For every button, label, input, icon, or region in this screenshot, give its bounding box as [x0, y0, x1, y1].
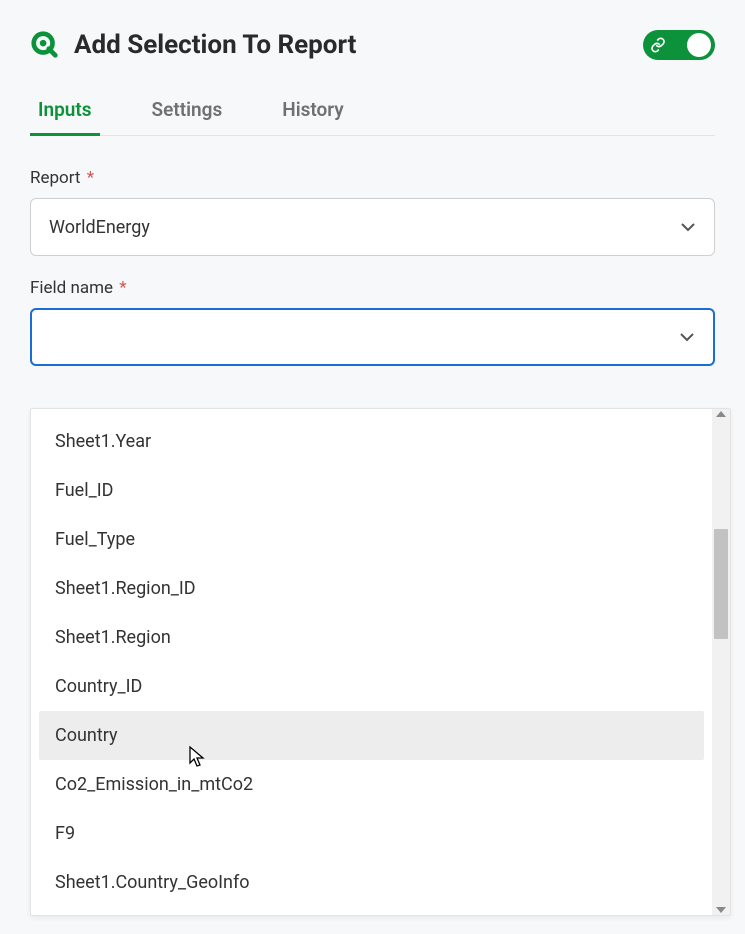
required-marker: * — [87, 168, 94, 188]
report-select[interactable]: WorldEnergy — [30, 198, 715, 256]
link-icon — [647, 34, 669, 56]
enable-toggle[interactable] — [643, 30, 715, 60]
field-name-label-text: Field name — [30, 278, 113, 298]
title-group: Add Selection To Report — [30, 30, 356, 60]
tabs: Inputs Settings History — [30, 88, 715, 136]
page-title: Add Selection To Report — [74, 30, 356, 60]
dropdown-option[interactable]: Fuel_ID — [39, 466, 704, 515]
tab-settings[interactable]: Settings — [144, 88, 231, 135]
field-name-dropdown: Sheet1.YearFuel_IDFuel_TypeSheet1.Region… — [30, 408, 731, 916]
dropdown-option[interactable]: Sheet1.Year — [39, 417, 704, 466]
header: Add Selection To Report — [30, 30, 715, 60]
dropdown-option[interactable]: Country_ID — [39, 662, 704, 711]
report-label-text: Report — [30, 168, 80, 188]
dropdown-option[interactable]: Fuel_Type — [39, 515, 704, 564]
app-logo-icon — [30, 30, 60, 60]
scroll-down-icon[interactable] — [716, 907, 726, 913]
toggle-knob — [687, 33, 711, 57]
scroll-thumb[interactable] — [714, 529, 728, 639]
scrollbar[interactable] — [712, 409, 730, 915]
dropdown-option[interactable]: Sheet1.Region — [39, 613, 704, 662]
report-select-value: WorldEnergy — [49, 217, 150, 238]
required-marker: * — [119, 278, 126, 298]
chevron-down-icon — [680, 219, 696, 235]
dropdown-option[interactable]: Country — [39, 711, 704, 760]
chevron-down-icon — [679, 329, 695, 345]
dropdown-option[interactable]: F9 — [39, 809, 704, 858]
dropdown-option[interactable]: Sheet1.Country_GeoInfo — [39, 858, 704, 907]
dropdown-option[interactable]: Co2_Emission_in_mtCo2 — [39, 760, 704, 809]
tab-history[interactable]: History — [274, 88, 352, 135]
report-field-group: Report * WorldEnergy — [30, 168, 715, 256]
field-name-select[interactable] — [30, 308, 715, 366]
options-list: Sheet1.YearFuel_IDFuel_TypeSheet1.Region… — [31, 409, 712, 915]
report-label: Report * — [30, 168, 715, 188]
dropdown-option[interactable]: Sheet1.Region_ID — [39, 564, 704, 613]
tab-inputs[interactable]: Inputs — [30, 88, 100, 135]
scroll-up-icon[interactable] — [716, 411, 726, 417]
field-name-label: Field name * — [30, 278, 715, 298]
field-name-group: Field name * — [30, 278, 715, 366]
